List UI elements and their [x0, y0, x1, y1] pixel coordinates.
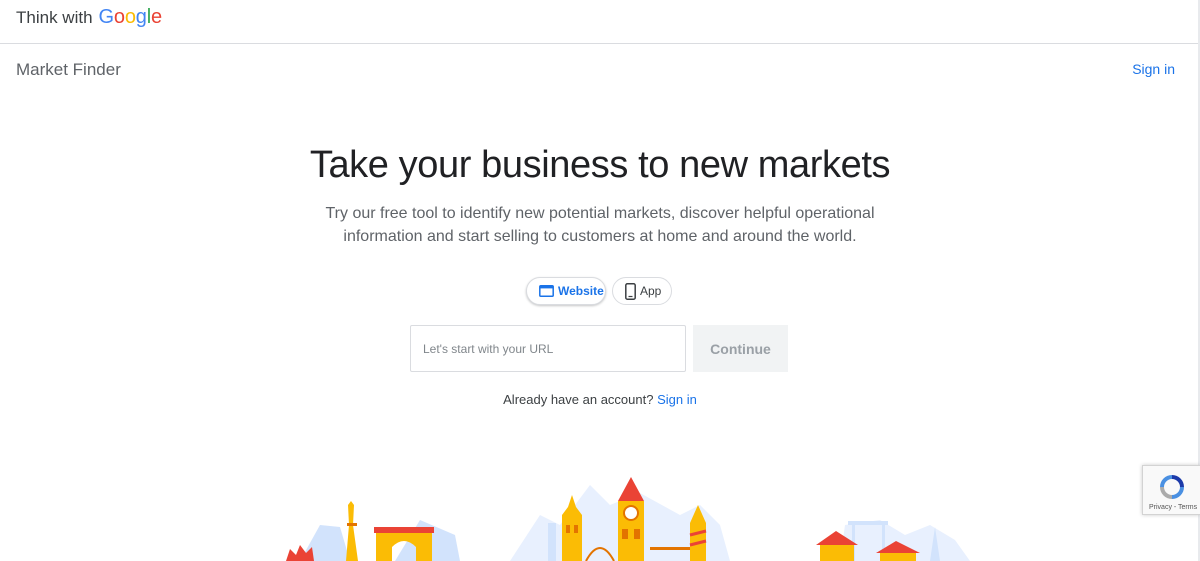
sign-in-link[interactable]: Sign in	[1132, 61, 1175, 77]
top-bar: Think with Google	[0, 0, 1200, 44]
phone-icon	[625, 282, 636, 300]
recaptcha-links[interactable]: Privacy - Terms	[1149, 504, 1197, 511]
google-wordmark: Google	[98, 6, 163, 28]
brand-prefix: Think with	[16, 8, 93, 27]
recaptcha-icon	[1160, 475, 1184, 499]
hero-subtitle: Try our free tool to identify new potent…	[325, 205, 875, 245]
paris-landmarks-graphic	[286, 501, 460, 561]
continue-button[interactable]: Continue	[693, 325, 788, 372]
account-prompt: Already have an account? Sign in	[0, 392, 1200, 407]
browser-window-icon	[539, 285, 554, 297]
website-toggle-label: Website	[558, 284, 604, 298]
product-title: Market Finder	[16, 60, 121, 79]
asia-landmarks-graphic	[816, 520, 970, 561]
product-bar: Market Finder Sign in	[0, 44, 1200, 96]
world-landmarks-illustration	[286, 477, 970, 561]
page-title: Take your business to new markets	[309, 144, 891, 186]
url-input[interactable]	[410, 325, 686, 372]
website-toggle-button[interactable]: Website	[526, 277, 606, 305]
account-sign-in-link[interactable]: Sign in	[657, 392, 697, 407]
account-prompt-text: Already have an account?	[503, 392, 654, 407]
app-toggle-label: App	[640, 284, 662, 298]
app-toggle-button[interactable]: App	[612, 277, 672, 305]
think-with-google-logo[interactable]: Think with Google	[16, 6, 162, 29]
london-landmarks-graphic	[510, 477, 730, 561]
recaptcha-badge[interactable]: Privacy - Terms	[1142, 465, 1200, 515]
